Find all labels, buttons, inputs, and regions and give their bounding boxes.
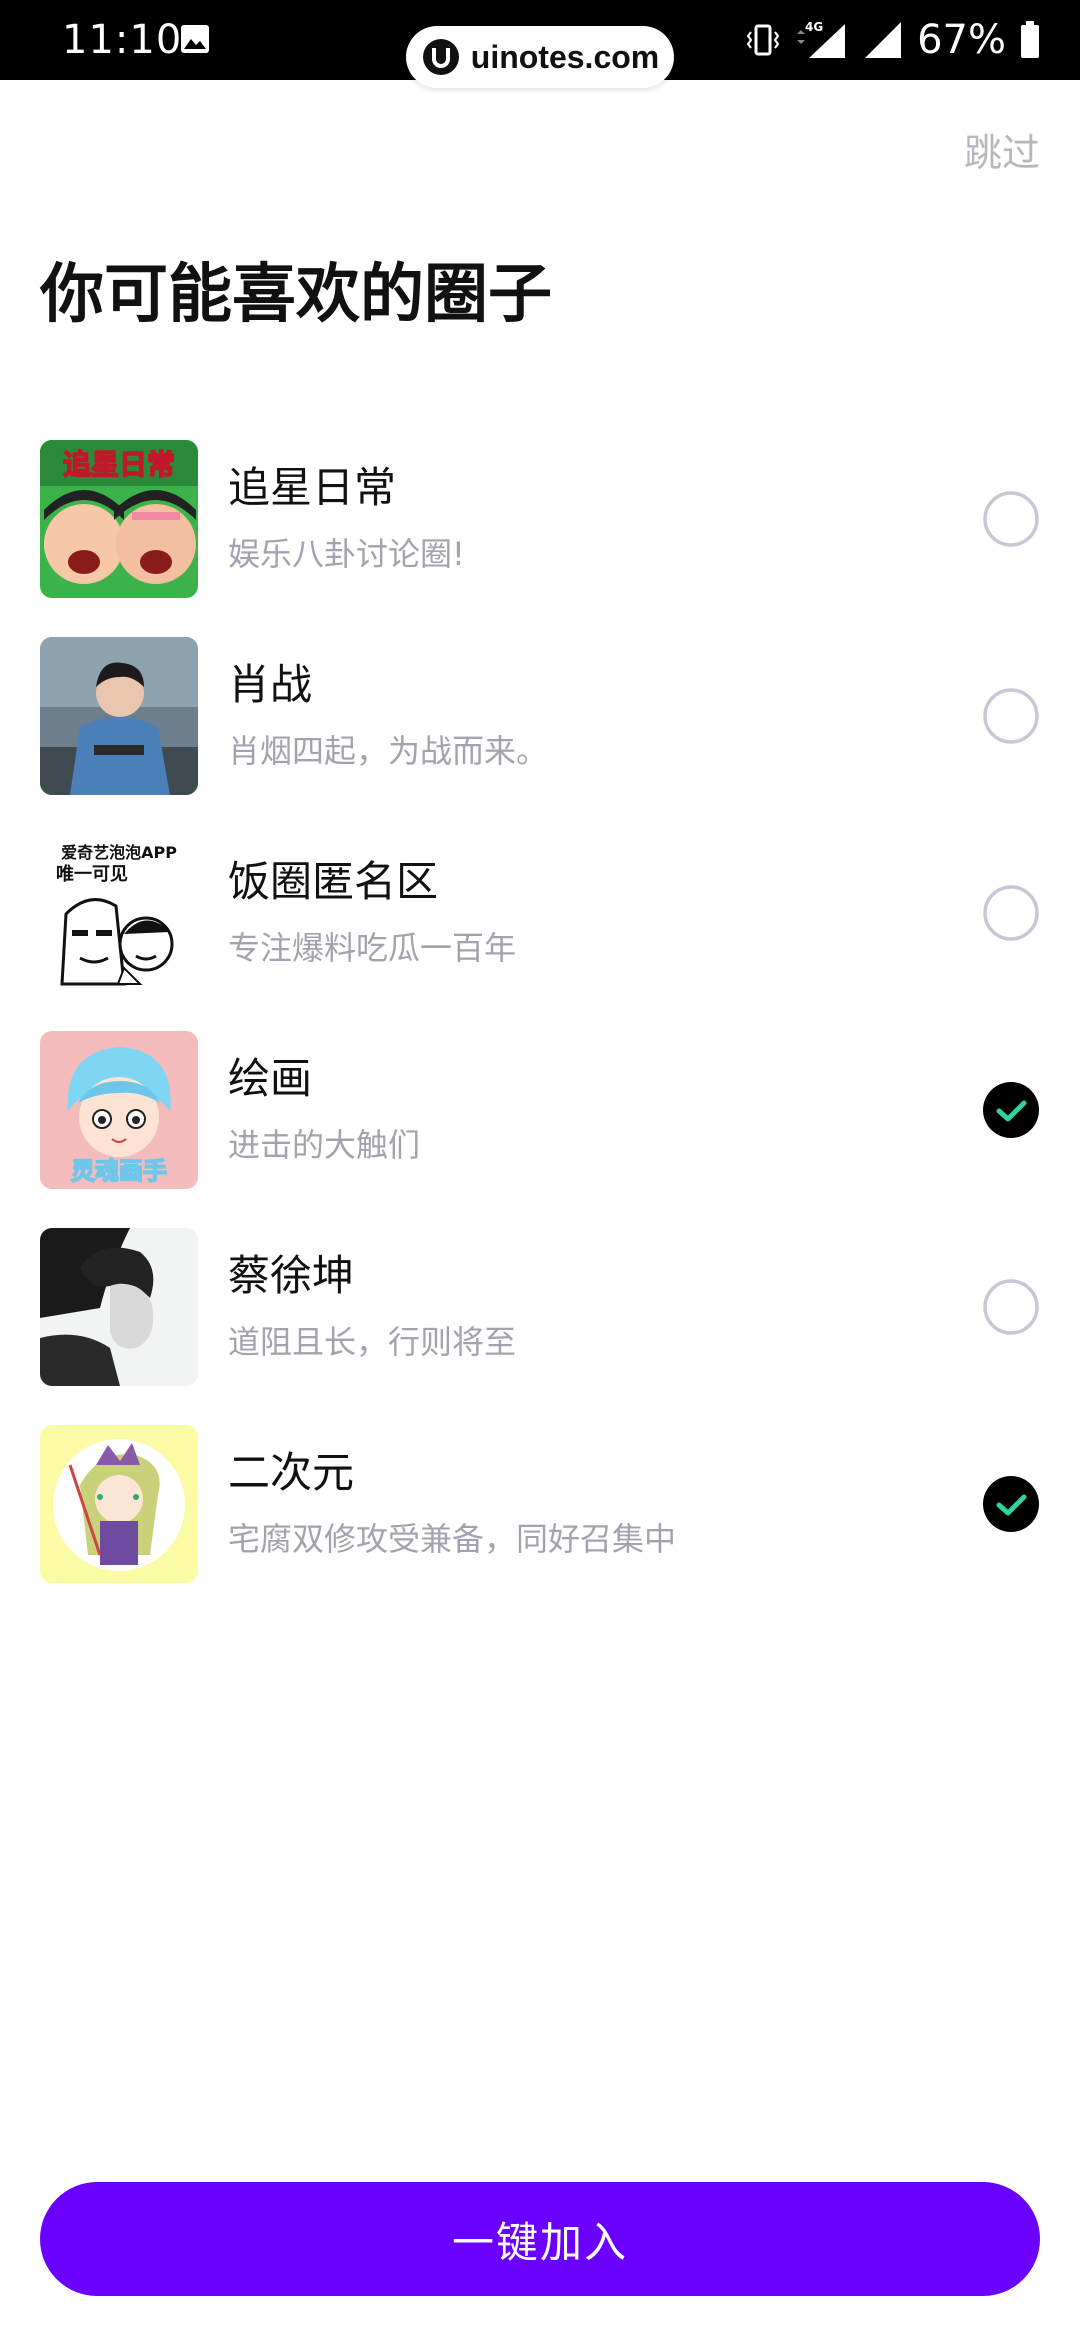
watermark-text: uinotes.com <box>470 38 660 75</box>
circle-item-huihua[interactable]: 灵魂画手 绘画 进击的大触们 <box>0 1031 1080 1189</box>
zhuixing-thumbnail-art: 追星日常 <box>40 440 198 598</box>
unchecked-circle-icon <box>983 885 1039 941</box>
select-radio-unchecked[interactable] <box>982 490 1040 548</box>
zhuixing-thumb-text: 追星日常 <box>63 448 175 481</box>
fanquan-thumb-text-2: 唯一可见 <box>56 863 128 885</box>
circle-item-caixukun[interactable]: 蔡徐坤 道阻且长，行则将至 <box>0 1228 1080 1386</box>
circle-name: 蔡徐坤 <box>228 1251 355 1300</box>
join-all-button[interactable]: 一键加入 <box>40 2182 1040 2296</box>
check-circle-icon <box>983 1476 1039 1532</box>
circle-item-xiaozhan[interactable]: 肖战 肖烟四起，为战而来。 <box>0 637 1080 795</box>
fanquan-thumbnail-art: 爱奇艺泡泡APP 唯一可见 <box>40 834 198 992</box>
signal-icon <box>865 22 902 58</box>
circle-thumbnail <box>40 637 198 795</box>
circle-name: 绘画 <box>228 1054 313 1103</box>
status-icons: 4G 67% <box>745 14 1040 66</box>
unchecked-circle-icon <box>983 491 1039 547</box>
status-time: 11:10 <box>62 17 183 63</box>
circle-name: 追星日常 <box>228 463 397 512</box>
huihua-thumbnail-art: 灵魂画手 <box>40 1031 198 1189</box>
check-circle-icon <box>983 1082 1039 1138</box>
circle-thumbnail <box>40 1425 198 1583</box>
circle-name: 二次元 <box>228 1448 355 1497</box>
circle-thumbnail: 灵魂画手 <box>40 1031 198 1189</box>
gallery-icon <box>181 25 209 53</box>
caixukun-thumbnail-art <box>40 1228 198 1386</box>
signal-4g-icon: 4G <box>797 20 846 58</box>
skip-button[interactable]: 跳过 <box>964 122 1040 177</box>
watermark-badge: uinotes.com <box>406 26 674 88</box>
circle-description: 宅腐双修攻受兼备，同好召集中 <box>228 1520 677 1558</box>
circle-item-zhuixing[interactable]: 追星日常 追星日常 娱乐八卦讨论圈! <box>0 440 1080 598</box>
circle-description: 专注爆料吃瓜一百年 <box>228 929 517 967</box>
circle-description: 道阻且长，行则将至 <box>228 1323 517 1361</box>
circle-name: 肖战 <box>228 660 313 709</box>
battery-icon <box>1021 21 1039 58</box>
unchecked-circle-icon <box>983 688 1039 744</box>
circle-name: 饭圈匿名区 <box>228 857 439 906</box>
huihua-thumb-text: 灵魂画手 <box>71 1157 167 1185</box>
select-radio-unchecked[interactable] <box>982 687 1040 745</box>
circle-description: 肖烟四起，为战而来。 <box>228 732 549 770</box>
circle-thumbnail: 追星日常 <box>40 440 198 598</box>
vibrate-icon <box>746 24 780 56</box>
circle-description: 娱乐八卦讨论圈! <box>228 535 465 573</box>
select-radio-unchecked[interactable] <box>982 884 1040 942</box>
battery-percent: 67% <box>917 17 1006 63</box>
circle-item-fanquan[interactable]: 爱奇艺泡泡APP 唯一可见 饭圈匿名区 专注爆料吃瓜一百年 <box>0 834 1080 992</box>
uinotes-logo-icon <box>422 39 459 75</box>
circle-thumbnail: 爱奇艺泡泡APP 唯一可见 <box>40 834 198 992</box>
select-radio-unchecked[interactable] <box>982 1278 1040 1336</box>
select-radio-checked[interactable] <box>982 1475 1040 1533</box>
xiaozhan-thumbnail-art <box>40 637 198 795</box>
circle-list: 追星日常 追星日常 娱乐八卦讨论圈! 肖战 肖烟四起，为战而来。 爱奇艺泡泡AP… <box>0 440 1080 1622</box>
circle-thumbnail <box>40 1228 198 1386</box>
erciyuan-thumbnail-art <box>40 1425 198 1583</box>
unchecked-circle-icon <box>983 1279 1039 1335</box>
circle-item-erciyuan[interactable]: 二次元 宅腐双修攻受兼备，同好召集中 <box>0 1425 1080 1583</box>
circle-description: 进击的大触们 <box>228 1126 421 1164</box>
select-radio-checked[interactable] <box>982 1081 1040 1139</box>
fanquan-thumb-text-1: 爱奇艺泡泡APP <box>61 843 177 862</box>
page-title: 你可能喜欢的圈子 <box>40 258 552 332</box>
network-label: 4G <box>805 20 823 34</box>
